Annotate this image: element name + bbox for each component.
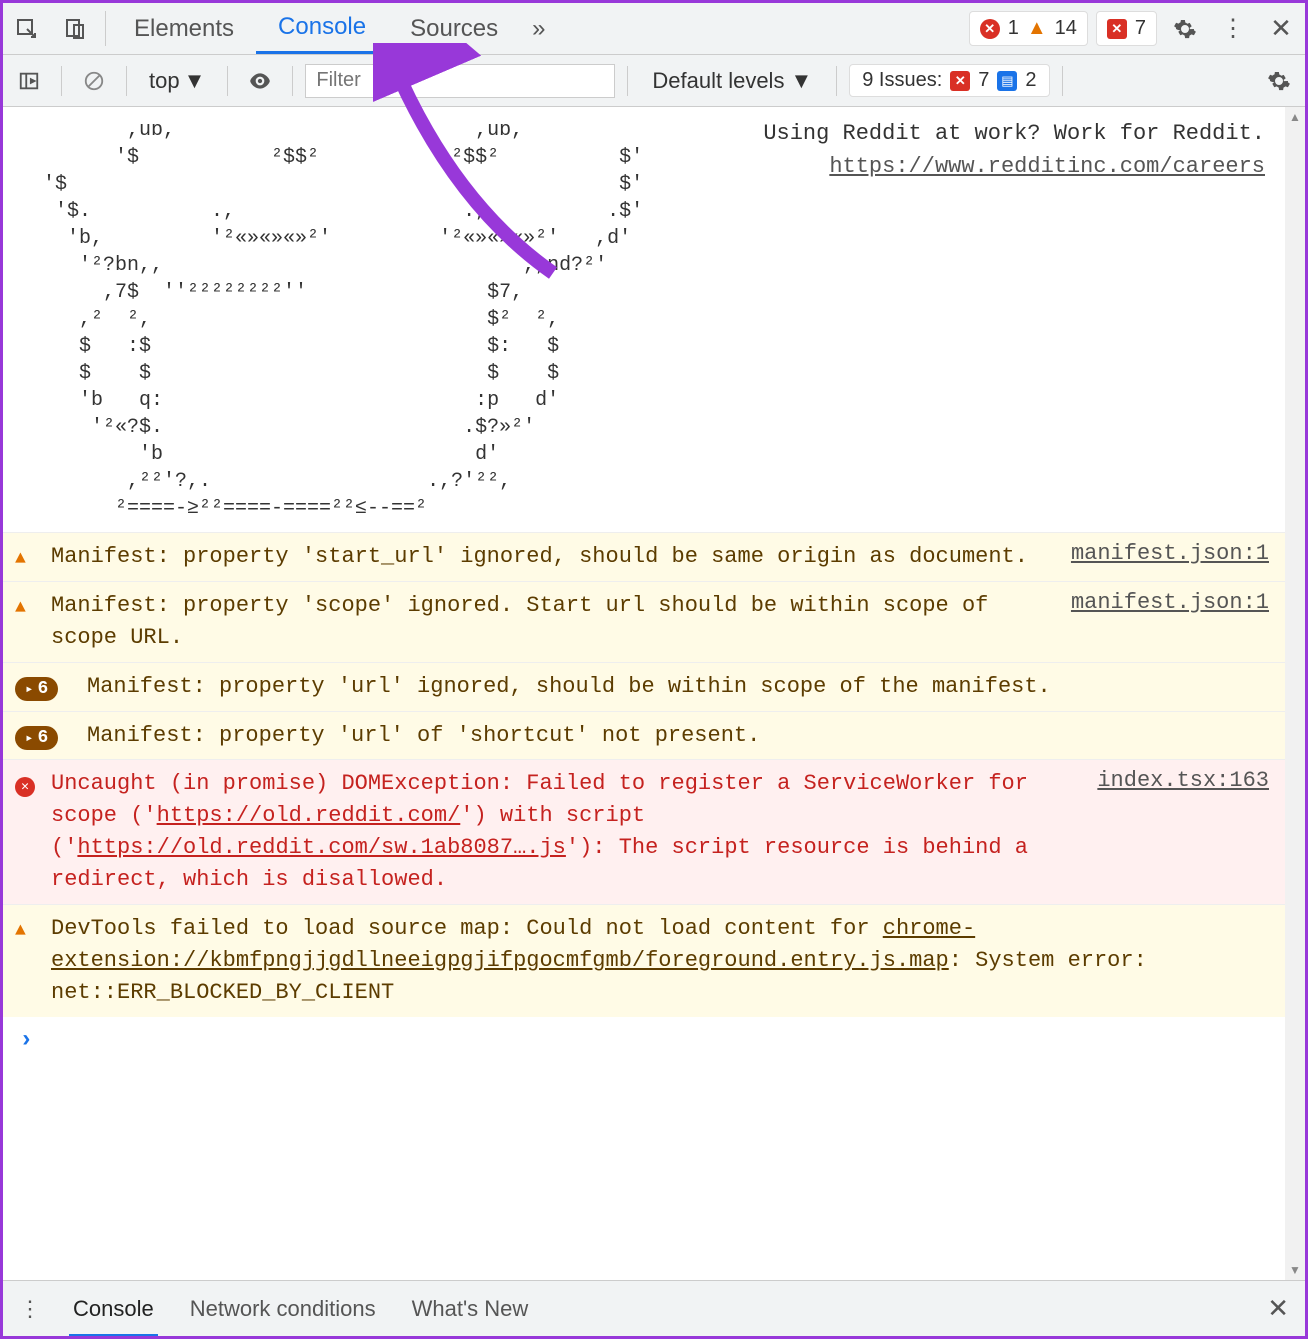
warning-icon	[15, 545, 26, 570]
issues-error-count: 7	[978, 69, 989, 92]
drawer-close-icon[interactable]: ✕	[1267, 1293, 1289, 1324]
tab-sources[interactable]: Sources	[388, 3, 520, 54]
error-count: 1	[1008, 17, 1019, 40]
console-error: ✕ Uncaught (in promise) DOMException: Fai…	[3, 759, 1285, 904]
issues-error-icon: ✕	[950, 71, 970, 91]
chevron-down-icon: ▼	[790, 68, 812, 94]
console-warning: DevTools failed to load source map: Coul…	[3, 904, 1285, 1017]
tab-console[interactable]: Console	[256, 3, 388, 54]
live-expression-icon[interactable]	[240, 61, 280, 101]
ascii-msg-text: Using Reddit at work? Work for Reddit.	[763, 121, 1265, 146]
ascii-message: Using Reddit at work? Work for Reddit. h…	[643, 117, 1265, 522]
message-text: Manifest: property 'url' of 'shortcut' n…	[87, 720, 1269, 752]
close-devtools-icon[interactable]: ✕	[1257, 3, 1305, 54]
repeat-count-badge[interactable]: 6	[15, 677, 58, 701]
source-link[interactable]: index.tsx:163	[1077, 768, 1269, 896]
console-body: ,uɒ, ,uɒ, '$ ²$$² ²$$² $' '$ $' '$. ., .…	[3, 107, 1305, 1280]
device-toggle-icon[interactable]	[51, 3, 99, 54]
message-text: Uncaught (in promise) DOMException: Fail…	[51, 768, 1065, 896]
message-count: 7	[1135, 17, 1146, 40]
scroll-down-icon[interactable]: ▼	[1285, 1260, 1305, 1280]
source-link[interactable]: manifest.json:1	[1051, 590, 1269, 654]
message-text: Manifest: property 'url' ignored, should…	[87, 671, 1269, 703]
careers-link[interactable]: https://www.redditinc.com/careers	[829, 154, 1265, 179]
console-settings-icon[interactable]	[1259, 61, 1299, 101]
issues-info-count: 2	[1025, 69, 1036, 92]
issues-label: 9 Issues:	[862, 69, 942, 92]
log-levels-selector[interactable]: Default levels ▼	[640, 68, 824, 94]
console-toolbar: top ▼ Default levels ▼ 9 Issues: ✕ 7 ▤ 2	[3, 55, 1305, 107]
context-label: top	[149, 68, 180, 94]
message-text: Manifest: property 'start_url' ignored, …	[51, 541, 1039, 573]
console-warning: 6 Manifest: property 'url' of 'shortcut' …	[3, 711, 1285, 760]
filter-input[interactable]	[305, 64, 615, 98]
message-text: DevTools failed to load source map: Coul…	[51, 913, 1269, 1009]
settings-icon[interactable]	[1161, 3, 1209, 54]
clear-console-icon[interactable]	[74, 61, 114, 101]
issues-button[interactable]: 9 Issues: ✕ 7 ▤ 2	[849, 64, 1049, 97]
drawer-menu-icon[interactable]: ⋮	[19, 1296, 41, 1322]
error-badge-icon: ✕	[980, 19, 1000, 39]
console-prompt[interactable]: ›	[3, 1017, 1285, 1064]
tab-elements[interactable]: Elements	[112, 3, 256, 54]
levels-label: Default levels	[652, 68, 784, 94]
devtools-tabbar: Elements Console Sources » ✕ 1 ▲ 14 ✕ 7 …	[3, 3, 1305, 55]
drawer-tab-console[interactable]: Console	[69, 1296, 158, 1337]
more-tabs-icon[interactable]: »	[520, 3, 557, 54]
console-log-ascii: ,uɒ, ,uɒ, '$ ²$$² ²$$² $' '$ $' '$. ., .…	[3, 107, 1285, 532]
error-icon: ✕	[15, 777, 35, 797]
issues-info-icon: ▤	[997, 71, 1017, 91]
ascii-art: ,uɒ, ,uɒ, '$ ²$$² ²$$² $' '$ $' '$. ., .…	[43, 117, 643, 522]
scrollbar[interactable]: ▲ ▼	[1285, 107, 1305, 1280]
repeat-count-badge[interactable]: 6	[15, 726, 58, 750]
inline-link[interactable]: chrome-extension://kbmfpngjjgdllneeigpgj…	[51, 916, 975, 973]
warning-badge-icon: ▲	[1027, 17, 1047, 40]
inspect-icon[interactable]	[3, 3, 51, 54]
sidebar-toggle-icon[interactable]	[9, 61, 49, 101]
warning-count: 14	[1055, 17, 1077, 40]
drawer-tab-whatsnew[interactable]: What's New	[408, 1296, 533, 1322]
kebab-menu-icon[interactable]: ⋮	[1209, 3, 1257, 54]
warning-icon	[15, 594, 26, 619]
context-selector[interactable]: top ▼	[139, 68, 215, 94]
source-link[interactable]: manifest.json:1	[1051, 541, 1269, 573]
drawer-tab-network[interactable]: Network conditions	[186, 1296, 380, 1322]
message-text: Manifest: property 'scope' ignored. Star…	[51, 590, 1039, 654]
drawer: ⋮ Console Network conditions What's New …	[3, 1280, 1305, 1336]
console-warning: Manifest: property 'scope' ignored. Star…	[3, 581, 1285, 662]
message-badge-icon: ✕	[1107, 19, 1127, 39]
error-warning-summary[interactable]: ✕ 1 ▲ 14	[969, 11, 1088, 46]
messages-summary[interactable]: ✕ 7	[1096, 11, 1157, 46]
inline-link[interactable]: https://old.reddit.com/	[157, 803, 461, 828]
console-warning: 6 Manifest: property 'url' ignored, shoul…	[3, 662, 1285, 711]
scroll-up-icon[interactable]: ▲	[1285, 107, 1305, 127]
inline-link[interactable]: https://old.reddit.com/sw.1ab8087….js	[77, 835, 565, 860]
console-warning: Manifest: property 'start_url' ignored, …	[3, 532, 1285, 581]
chevron-down-icon: ▼	[184, 68, 206, 94]
warning-icon	[15, 917, 26, 942]
